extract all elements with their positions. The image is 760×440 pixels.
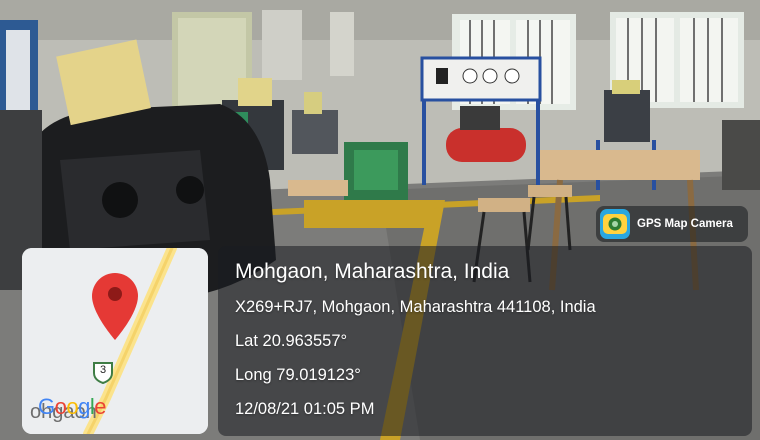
- google-logo-letter: e: [94, 394, 107, 419]
- latitude-text: Lat 20.963557°: [235, 332, 348, 350]
- datetime-text: 12/08/21 01:05 PM: [235, 400, 375, 418]
- badge-label: GPS Map Camera: [637, 218, 733, 230]
- google-logo-letter: g: [78, 394, 90, 419]
- google-logo: Google: [38, 394, 107, 420]
- location-info-panel: Mohgaon, Maharashtra, India X269+RJ7, Mo…: [218, 246, 752, 436]
- google-logo-letter: o: [54, 394, 67, 419]
- google-logo-letter: o: [66, 394, 79, 419]
- google-logo-letter: G: [38, 394, 55, 419]
- gps-map-camera-icon: [600, 209, 630, 239]
- location-address: X269+RJ7, Mohgaon, Maharashtra 441108, I…: [235, 298, 596, 316]
- map-thumbnail[interactable]: 3 ohgaon Google: [22, 248, 208, 434]
- route-shield-icon: 3: [92, 360, 114, 384]
- longitude-text: Long 79.019123°: [235, 366, 361, 384]
- photo-scene: GPS Map Camera 3 ohgaon Google Mohgaon, …: [0, 0, 760, 440]
- gps-map-camera-badge: GPS Map Camera: [596, 206, 748, 242]
- location-title: Mohgaon, Maharashtra, India: [235, 260, 510, 283]
- route-number: 3: [99, 364, 107, 376]
